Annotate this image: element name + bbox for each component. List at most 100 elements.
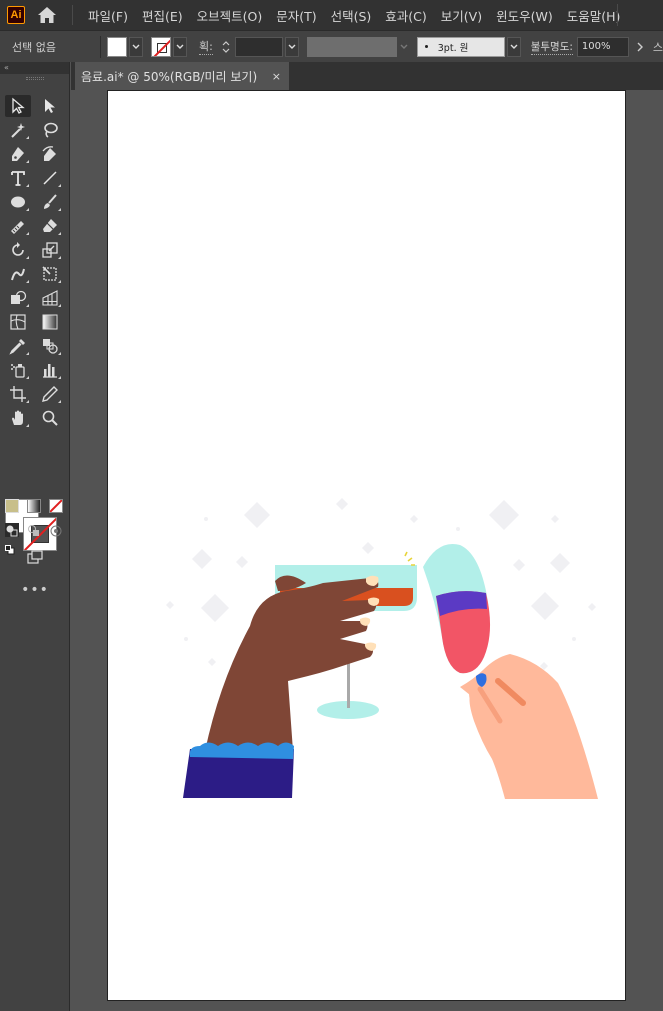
rotate-tool-icon[interactable] (5, 239, 31, 261)
sparkle-icon (192, 549, 212, 569)
magic-wand-tool-icon[interactable] (5, 119, 31, 141)
brush-dot-icon (424, 45, 428, 48)
sparkle-icon (184, 637, 188, 641)
menu-item[interactable]: 오브젝트(O) (190, 6, 270, 25)
light-skin-hand (460, 654, 598, 799)
gradient-mode-button[interactable] (27, 499, 41, 513)
zoom-tool-icon[interactable] (37, 407, 63, 429)
edit-toolbar-icon[interactable]: ••• (0, 582, 70, 598)
sparkle-icon (204, 517, 208, 521)
menu-item[interactable]: 효과(C) (378, 6, 433, 25)
selection-status: 선택 없음 (12, 40, 56, 54)
stroke-swatch[interactable] (150, 36, 171, 57)
screen-mode-icon[interactable] (22, 547, 48, 569)
free-transform-tool-icon[interactable] (37, 263, 63, 285)
chevron-down-icon[interactable] (397, 37, 411, 57)
sparkle-icon (513, 559, 525, 571)
sparkle-icon (236, 556, 248, 568)
sparkle-icon (489, 500, 519, 530)
document-tab[interactable]: 음료.ai* @ 50%(RGB/미리 보기) × (75, 62, 289, 90)
close-icon[interactable]: × (272, 70, 281, 83)
menu-item[interactable]: 윈도우(W) (489, 6, 560, 25)
ellipse-tool-icon[interactable] (5, 191, 31, 213)
brush-definition-field[interactable]: 3pt. 원 (416, 36, 505, 57)
column-graph-tool-icon[interactable] (37, 359, 63, 381)
canvas-area[interactable] (71, 90, 663, 1011)
selection-tool-icon[interactable] (5, 95, 31, 117)
paintbrush-tool-icon[interactable] (37, 191, 63, 213)
sparkle-icon (551, 515, 559, 523)
stroke-dropdown[interactable] (172, 36, 187, 57)
brush-label: 3pt. 원 (437, 42, 469, 54)
pen-tool-icon[interactable] (5, 143, 31, 165)
menu-item[interactable]: 파일(F) (81, 6, 135, 25)
sparkle-icon (588, 603, 596, 611)
sparkle-icon (456, 527, 460, 531)
draw-normal-icon[interactable] (5, 523, 19, 537)
sparkle-icon (201, 594, 229, 622)
lasso-tool-icon[interactable] (37, 119, 63, 141)
sparkle-icon (336, 498, 348, 510)
draw-mode-row (5, 523, 63, 539)
menu-items: 파일(F) 편집(E) 오브젝트(O) 문자(T) 선택(S) 효과(C) 보기(V) 윈도우… (81, 6, 627, 25)
type-tool-icon[interactable] (5, 167, 31, 189)
chevron-down-icon (510, 44, 518, 49)
tools-panel: « ••• (0, 62, 70, 1011)
menu-separator (72, 5, 73, 25)
chevron-right-icon[interactable] (633, 37, 647, 57)
none-mode-button[interactable] (49, 499, 63, 513)
menu-item[interactable]: 보기(V) (434, 6, 489, 25)
draw-behind-icon[interactable] (27, 523, 41, 537)
curvature-tool-icon[interactable] (37, 143, 63, 165)
home-icon[interactable] (36, 5, 58, 25)
variable-width-profile[interactable] (306, 36, 397, 57)
fill-dropdown[interactable] (128, 36, 143, 57)
menu-bar: Ai 파일(F) 편집(E) 오브젝트(O) 문자(T) 선택(S) 효과(C) 보기(V)… (0, 0, 663, 30)
menu-separator (617, 4, 618, 26)
panel-grip[interactable] (25, 77, 44, 80)
slice-tool-icon[interactable] (37, 383, 63, 405)
direct-selection-tool-icon[interactable] (37, 95, 63, 117)
stroke-weight-stepper[interactable] (219, 37, 233, 57)
illustrator-window: Ai 파일(F) 편집(E) 오브젝트(O) 문자(T) 선택(S) 효과(C) 보기(V)… (0, 0, 663, 1011)
collapse-panel-icon[interactable]: « (0, 62, 69, 74)
menu-item[interactable]: 문자(T) (269, 6, 323, 25)
blend-tool-icon[interactable] (37, 335, 63, 357)
color-mode-button[interactable] (5, 499, 19, 513)
artboard[interactable] (107, 90, 626, 1001)
line-segment-tool-icon[interactable] (37, 167, 63, 189)
document-tab-bar: 음료.ai* @ 50%(RGB/미리 보기) × (71, 62, 663, 90)
shaper-tool-icon[interactable] (5, 215, 31, 237)
opacity-label[interactable]: 불투명도: (530, 39, 573, 55)
menu-item[interactable]: 선택(S) (324, 6, 379, 25)
eraser-tool-icon[interactable] (37, 215, 63, 237)
menu-item[interactable]: 편집(E) (135, 6, 190, 25)
brush-dropdown[interactable] (506, 36, 521, 57)
app-logo: Ai (7, 6, 25, 24)
eyedropper-tool-icon[interactable] (5, 335, 31, 357)
stroke-weight-dropdown[interactable] (284, 36, 299, 57)
sparkle-icon (362, 542, 374, 554)
hand-tool-icon[interactable] (5, 407, 31, 429)
stroke-label[interactable]: 획: (198, 38, 213, 55)
stroke-weight-input[interactable] (234, 36, 283, 57)
mesh-tool-icon[interactable] (5, 311, 31, 333)
cheers-illustration (166, 498, 598, 799)
fill-swatch[interactable] (106, 36, 127, 57)
sparkle-icon (208, 658, 216, 666)
scale-tool-icon[interactable] (37, 239, 63, 261)
control-bar: 선택 없음 획: 3pt. 원 불투명도: 100% 스 (0, 30, 663, 62)
shape-builder-tool-icon[interactable] (5, 287, 31, 309)
perspective-grid-tool-icon[interactable] (37, 287, 63, 309)
sparkle-icon (572, 637, 576, 641)
opacity-input[interactable]: 100% (576, 36, 629, 57)
symbol-sprayer-tool-icon[interactable] (5, 359, 31, 381)
sparkle-icon (410, 515, 418, 523)
warp-tool-icon[interactable] (5, 263, 31, 285)
gradient-tool-icon[interactable] (37, 311, 63, 333)
artboard-tool-icon[interactable] (5, 383, 31, 405)
divider (99, 35, 101, 58)
sparkle-icon (531, 592, 559, 620)
draw-inside-icon[interactable] (49, 523, 63, 537)
default-colors-icon[interactable] (5, 540, 15, 555)
